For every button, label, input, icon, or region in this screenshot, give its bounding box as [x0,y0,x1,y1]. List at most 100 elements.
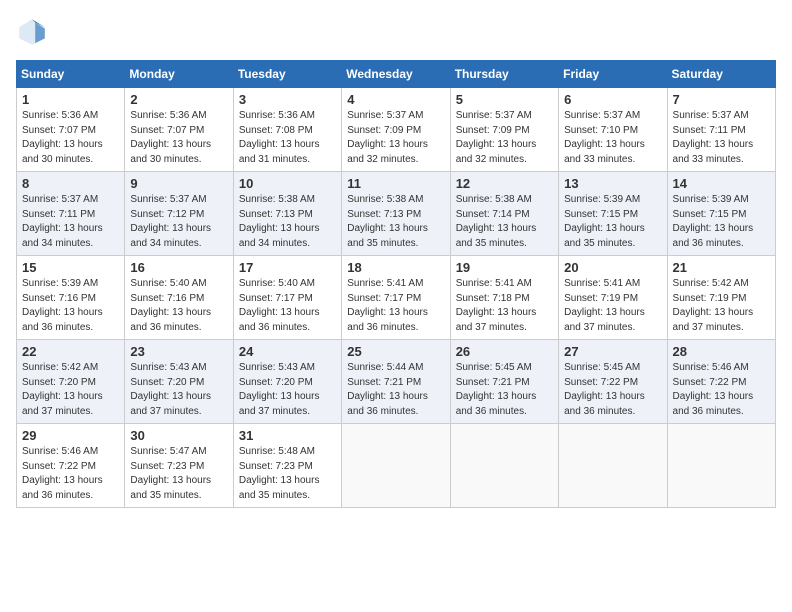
day-number: 8 [22,176,119,191]
day-info: Sunrise: 5:40 AM Sunset: 7:17 PM Dayligh… [239,277,336,335]
calendar-cell [559,424,667,508]
day-number: 7 [673,92,770,107]
day-info: Sunrise: 5:41 AM Sunset: 7:17 PM Dayligh… [347,277,444,335]
day-number: 20 [564,260,661,275]
calendar-cell: 1 Sunrise: 5:36 AM Sunset: 7:07 PM Daylig… [17,88,125,172]
calendar-cell: 26 Sunrise: 5:45 AM Sunset: 7:21 PM Dayli… [450,340,558,424]
day-number: 23 [130,344,227,359]
calendar-cell: 22 Sunrise: 5:42 AM Sunset: 7:20 PM Dayli… [17,340,125,424]
day-info: Sunrise: 5:47 AM Sunset: 7:23 PM Dayligh… [130,445,227,503]
day-number: 22 [22,344,119,359]
day-number: 14 [673,176,770,191]
day-number: 2 [130,92,227,107]
day-info: Sunrise: 5:41 AM Sunset: 7:19 PM Dayligh… [564,277,661,335]
calendar-cell [342,424,450,508]
day-info: Sunrise: 5:46 AM Sunset: 7:22 PM Dayligh… [22,445,119,503]
calendar-week-4: 22 Sunrise: 5:42 AM Sunset: 7:20 PM Dayli… [17,340,776,424]
day-info: Sunrise: 5:45 AM Sunset: 7:22 PM Dayligh… [564,361,661,419]
calendar-cell: 15Sunrise: 5:39 AM Sunset: 7:16 PM Dayli… [17,256,125,340]
calendar-cell: 3Sunrise: 5:36 AM Sunset: 7:08 PM Daylig… [233,88,341,172]
calendar-cell: 30 Sunrise: 5:47 AM Sunset: 7:23 PM Dayli… [125,424,233,508]
calendar-cell: 14 Sunrise: 5:39 AM Sunset: 7:15 PM Dayli… [667,172,775,256]
calendar-cell: 7 Sunrise: 5:37 AM Sunset: 7:11 PM Daylig… [667,88,775,172]
day-info: Sunrise: 5:40 AM Sunset: 7:16 PM Dayligh… [130,277,227,335]
day-number: 1 [22,92,119,107]
day-info: Sunrise: 5:45 AM Sunset: 7:21 PM Dayligh… [456,361,553,419]
day-number: 19 [456,260,553,275]
page-header [16,16,776,48]
day-info: Sunrise: 5:37 AM Sunset: 7:09 PM Dayligh… [347,109,444,167]
weekday-friday: Friday [559,61,667,88]
calendar-cell: 16 Sunrise: 5:40 AM Sunset: 7:16 PM Dayli… [125,256,233,340]
day-number: 3 [239,92,336,107]
logo-icon [16,16,48,48]
day-info: Sunrise: 5:38 AM Sunset: 7:13 PM Dayligh… [239,193,336,251]
day-info: Sunrise: 5:37 AM Sunset: 7:11 PM Dayligh… [673,109,770,167]
day-info: Sunrise: 5:37 AM Sunset: 7:09 PM Dayligh… [456,109,553,167]
day-info: Sunrise: 5:36 AM Sunset: 7:07 PM Dayligh… [130,109,227,167]
day-info: Sunrise: 5:46 AM Sunset: 7:22 PM Dayligh… [673,361,770,419]
day-number: 15 [22,260,119,275]
day-number: 17 [239,260,336,275]
calendar-cell: 19Sunrise: 5:41 AM Sunset: 7:18 PM Dayli… [450,256,558,340]
day-info: Sunrise: 5:48 AM Sunset: 7:23 PM Dayligh… [239,445,336,503]
calendar-week-3: 15Sunrise: 5:39 AM Sunset: 7:16 PM Dayli… [17,256,776,340]
calendar-week-5: 29 Sunrise: 5:46 AM Sunset: 7:22 PM Dayli… [17,424,776,508]
day-number: 21 [673,260,770,275]
day-info: Sunrise: 5:43 AM Sunset: 7:20 PM Dayligh… [130,361,227,419]
calendar-table: SundayMondayTuesdayWednesdayThursdayFrid… [16,60,776,508]
weekday-wednesday: Wednesday [342,61,450,88]
day-number: 27 [564,344,661,359]
calendar-cell: 24Sunrise: 5:43 AM Sunset: 7:20 PM Dayli… [233,340,341,424]
day-number: 29 [22,428,119,443]
calendar-cell: 27 Sunrise: 5:45 AM Sunset: 7:22 PM Dayli… [559,340,667,424]
day-info: Sunrise: 5:42 AM Sunset: 7:19 PM Dayligh… [673,277,770,335]
calendar-cell: 9 Sunrise: 5:37 AM Sunset: 7:12 PM Daylig… [125,172,233,256]
day-info: Sunrise: 5:37 AM Sunset: 7:12 PM Dayligh… [130,193,227,251]
weekday-header-row: SundayMondayTuesdayWednesdayThursdayFrid… [17,61,776,88]
calendar-cell: 5 Sunrise: 5:37 AM Sunset: 7:09 PM Daylig… [450,88,558,172]
day-number: 26 [456,344,553,359]
day-info: Sunrise: 5:42 AM Sunset: 7:20 PM Dayligh… [22,361,119,419]
calendar-cell: 21 Sunrise: 5:42 AM Sunset: 7:19 PM Dayli… [667,256,775,340]
day-number: 5 [456,92,553,107]
weekday-monday: Monday [125,61,233,88]
day-number: 13 [564,176,661,191]
day-number: 12 [456,176,553,191]
calendar-cell: 25Sunrise: 5:44 AM Sunset: 7:21 PM Dayli… [342,340,450,424]
day-number: 31 [239,428,336,443]
day-info: Sunrise: 5:37 AM Sunset: 7:10 PM Dayligh… [564,109,661,167]
day-info: Sunrise: 5:38 AM Sunset: 7:13 PM Dayligh… [347,193,444,251]
calendar-cell: 12 Sunrise: 5:38 AM Sunset: 7:14 PM Dayli… [450,172,558,256]
day-number: 6 [564,92,661,107]
logo [16,16,52,48]
calendar-body: 1 Sunrise: 5:36 AM Sunset: 7:07 PM Daylig… [17,88,776,508]
calendar-cell: 18Sunrise: 5:41 AM Sunset: 7:17 PM Dayli… [342,256,450,340]
day-number: 9 [130,176,227,191]
weekday-thursday: Thursday [450,61,558,88]
day-number: 4 [347,92,444,107]
calendar-cell: 13 Sunrise: 5:39 AM Sunset: 7:15 PM Dayli… [559,172,667,256]
calendar-cell: 11 Sunrise: 5:38 AM Sunset: 7:13 PM Dayli… [342,172,450,256]
day-info: Sunrise: 5:36 AM Sunset: 7:07 PM Dayligh… [22,109,119,167]
calendar-week-2: 8Sunrise: 5:37 AM Sunset: 7:11 PM Daylig… [17,172,776,256]
day-info: Sunrise: 5:39 AM Sunset: 7:15 PM Dayligh… [564,193,661,251]
calendar-cell [450,424,558,508]
day-number: 28 [673,344,770,359]
day-number: 11 [347,176,444,191]
day-info: Sunrise: 5:38 AM Sunset: 7:14 PM Dayligh… [456,193,553,251]
calendar-cell: 23 Sunrise: 5:43 AM Sunset: 7:20 PM Dayli… [125,340,233,424]
calendar-cell: 31 Sunrise: 5:48 AM Sunset: 7:23 PM Dayli… [233,424,341,508]
day-number: 30 [130,428,227,443]
calendar-cell: 8Sunrise: 5:37 AM Sunset: 7:11 PM Daylig… [17,172,125,256]
day-info: Sunrise: 5:39 AM Sunset: 7:15 PM Dayligh… [673,193,770,251]
calendar-cell: 4 Sunrise: 5:37 AM Sunset: 7:09 PM Daylig… [342,88,450,172]
day-info: Sunrise: 5:44 AM Sunset: 7:21 PM Dayligh… [347,361,444,419]
day-number: 16 [130,260,227,275]
calendar-cell: 29 Sunrise: 5:46 AM Sunset: 7:22 PM Dayli… [17,424,125,508]
weekday-tuesday: Tuesday [233,61,341,88]
weekday-saturday: Saturday [667,61,775,88]
weekday-sunday: Sunday [17,61,125,88]
calendar-cell: 6 Sunrise: 5:37 AM Sunset: 7:10 PM Daylig… [559,88,667,172]
day-info: Sunrise: 5:43 AM Sunset: 7:20 PM Dayligh… [239,361,336,419]
